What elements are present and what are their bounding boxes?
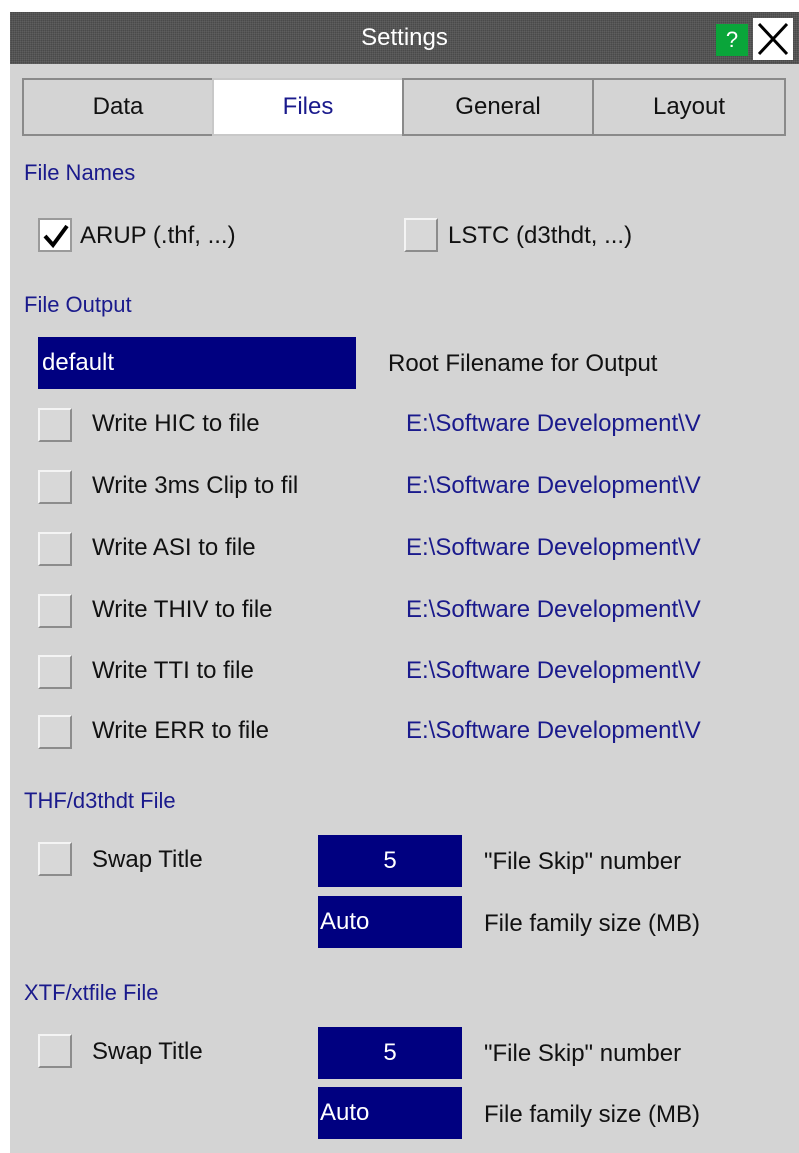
write-asi-label: Write ASI to file: [92, 534, 256, 561]
root-filename-input[interactable]: default: [38, 337, 356, 389]
write-err-checkbox[interactable]: [38, 715, 72, 749]
window-title: Settings: [361, 24, 448, 51]
thf-file-skip-label: "File Skip" number: [484, 848, 682, 875]
write-tti-label: Write TTI to file: [92, 657, 254, 684]
thf-file-heading: THF/d3thdt File: [24, 788, 176, 813]
write-hic-checkbox[interactable]: [38, 408, 72, 442]
tab-general[interactable]: General: [402, 78, 594, 136]
close-button[interactable]: [753, 18, 793, 60]
arup-label: ARUP (.thf, ...): [80, 222, 236, 249]
xtf-file-heading: XTF/xtfile File: [24, 980, 159, 1005]
thf-family-size-label: File family size (MB): [484, 910, 701, 937]
xtf-file-skip-label: "File Skip" number: [484, 1040, 682, 1067]
write-3ms-clip-path[interactable]: E:\Software Development\V: [406, 472, 701, 500]
file-output-heading: File Output: [24, 292, 132, 317]
write-asi-path[interactable]: E:\Software Development\V: [406, 534, 701, 562]
tab-bar: Data Files General Layout: [22, 78, 786, 136]
checkmark-icon: [43, 224, 69, 249]
write-err-path[interactable]: E:\Software Development\V: [406, 717, 701, 745]
thf-file-skip-input[interactable]: 5: [318, 835, 462, 887]
xtf-family-size-input[interactable]: Auto: [318, 1087, 462, 1139]
settings-panel: Settings ? Data Files General Layout Fil…: [10, 12, 799, 1153]
help-button[interactable]: ?: [716, 24, 748, 56]
tab-data[interactable]: Data: [22, 78, 214, 136]
thf-swap-title-label: Swap Title: [92, 846, 203, 873]
title-bar: Settings ?: [10, 12, 799, 64]
write-tti-path[interactable]: E:\Software Development\V: [406, 657, 701, 685]
file-names-heading: File Names: [24, 160, 136, 185]
write-3ms-clip-checkbox[interactable]: [38, 470, 72, 504]
xtf-swap-title-checkbox[interactable]: [38, 1034, 72, 1068]
write-3ms-clip-label: Write 3ms Clip to fil: [92, 472, 299, 499]
write-tti-checkbox[interactable]: [38, 655, 72, 689]
tab-layout[interactable]: Layout: [592, 78, 786, 136]
tab-files[interactable]: Files: [212, 78, 404, 136]
root-filename-label: Root Filename for Output: [388, 350, 658, 377]
close-icon: [757, 22, 789, 56]
write-hic-label: Write HIC to file: [92, 410, 260, 437]
write-asi-checkbox[interactable]: [38, 532, 72, 566]
thf-family-size-input[interactable]: Auto: [318, 896, 462, 948]
xtf-file-skip-input[interactable]: 5: [318, 1027, 462, 1079]
thf-swap-title-checkbox[interactable]: [38, 842, 72, 876]
arup-checkbox[interactable]: [38, 218, 72, 252]
lstc-checkbox[interactable]: [404, 218, 438, 252]
write-hic-path[interactable]: E:\Software Development\V: [406, 410, 701, 438]
xtf-swap-title-label: Swap Title: [92, 1038, 203, 1065]
xtf-family-size-label: File family size (MB): [484, 1101, 701, 1128]
write-thiv-checkbox[interactable]: [38, 594, 72, 628]
write-thiv-label: Write THIV to file: [92, 596, 273, 623]
write-thiv-path[interactable]: E:\Software Development\V: [406, 596, 701, 624]
lstc-label: LSTC (d3thdt, ...): [448, 222, 633, 249]
write-err-label: Write ERR to file: [92, 717, 269, 744]
